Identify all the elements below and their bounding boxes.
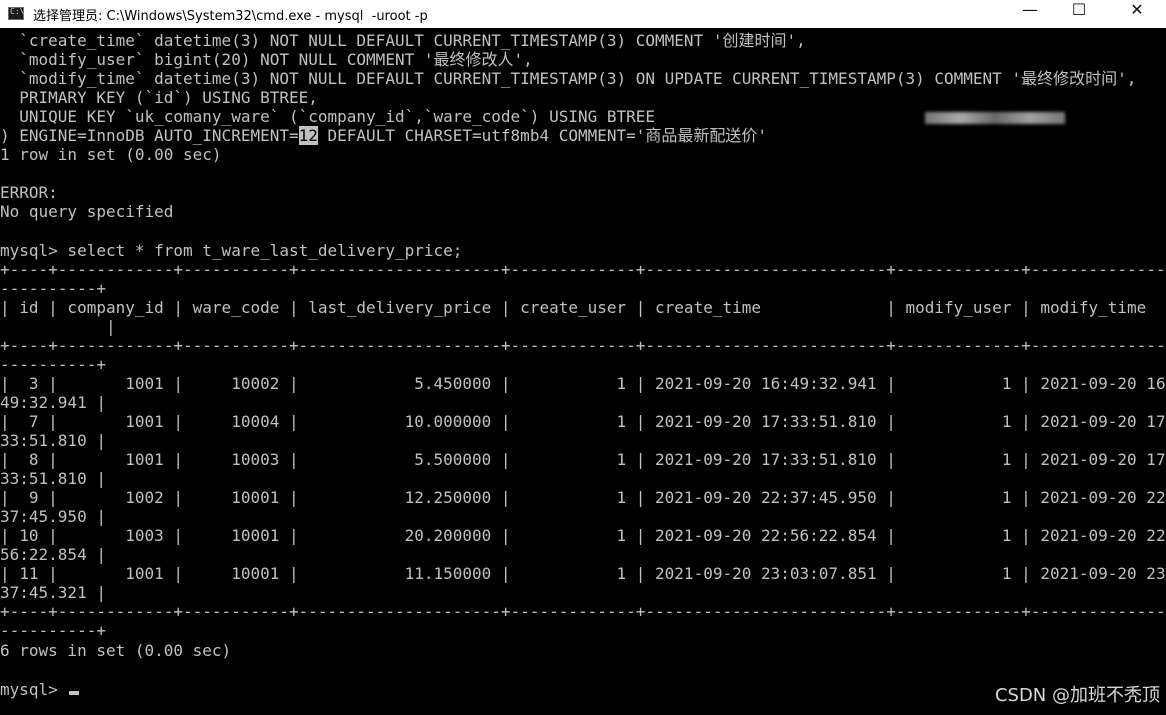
table-row: | 11 | 1001 | 10001 | 11.150000 | 1 | 20…: [0, 564, 1166, 583]
table-border-wrap: ----------+: [0, 355, 106, 374]
text-cursor: [69, 691, 80, 695]
ddl-line: `modify_time` datetime(3) NOT NULL DEFAU…: [0, 69, 1137, 88]
table-row-wrap: 49:32.941 |: [0, 393, 106, 412]
minimize-button[interactable]: —: [1008, 0, 1052, 28]
table-row-wrap: 56:22.854 |: [0, 545, 106, 564]
table-border: +----+------------+-----------+---------…: [0, 260, 1166, 279]
table-row-wrap: 37:45.321 |: [0, 583, 106, 602]
prompt-line[interactable]: mysql>: [0, 680, 80, 699]
table-header: | id | company_id | ware_code | last_del…: [0, 298, 1147, 317]
maximize-button[interactable]: ☐: [1057, 0, 1101, 28]
engine-prefix: ) ENGINE=InnoDB AUTO_INCREMENT=: [0, 126, 299, 145]
table-row-wrap: 33:51.810 |: [0, 469, 106, 488]
table-row: | 3 | 1001 | 10002 | 5.450000 | 1 | 2021…: [0, 374, 1166, 393]
table-border-wrap: ----------+: [0, 279, 106, 298]
table-row: | 8 | 1001 | 10003 | 5.500000 | 1 | 2021…: [0, 450, 1166, 469]
table-border: +----+------------+-----------+---------…: [0, 336, 1166, 355]
ddl-line: `create_time` datetime(3) NOT NULL DEFAU…: [0, 31, 806, 50]
cmd-app-icon[interactable]: [8, 7, 24, 20]
engine-suffix: DEFAULT CHARSET=utf8mb4 COMMENT='商品最新配送价…: [317, 126, 768, 145]
table-border-wrap: ----------+: [0, 621, 106, 640]
ddl-line: UNIQUE KEY `uk_comany_ware` (`company_id…: [0, 107, 656, 126]
selected-text[interactable]: 12: [298, 126, 318, 145]
table-row: | 10 | 1003 | 10001 | 20.200000 | 1 | 20…: [0, 526, 1166, 545]
table-row-wrap: 33:51.810 |: [0, 431, 106, 450]
table-row-wrap: 37:45.950 |: [0, 507, 106, 526]
ddl-line: PRIMARY KEY (`id`) USING BTREE,: [0, 88, 318, 107]
close-button[interactable]: ✕: [1115, 0, 1159, 28]
row-count-text: 1 row in set (0.00 sec): [0, 145, 222, 164]
table-row: | 7 | 1001 | 10004 | 10.000000 | 1 | 202…: [0, 412, 1166, 431]
error-message: No query specified: [0, 202, 174, 221]
table-header-wrap: |: [0, 317, 116, 336]
ddl-line: `modify_user` bigint(20) NOT NULL COMMEN…: [0, 50, 533, 69]
engine-line: ) ENGINE=InnoDB AUTO_INCREMENT=12 DEFAUL…: [0, 126, 767, 145]
query-line: mysql> select * from t_ware_last_deliver…: [0, 241, 463, 260]
table-row: | 9 | 1002 | 10001 | 12.250000 | 1 | 202…: [0, 488, 1166, 507]
terminal-output[interactable]: `create_time` datetime(3) NOT NULL DEFAU…: [0, 28, 1166, 715]
row-count-text: 6 rows in set (0.00 sec): [0, 641, 232, 660]
mysql-prompt: mysql>: [0, 680, 68, 699]
table-border: +----+------------+-----------+---------…: [0, 602, 1166, 621]
error-label: ERROR:: [0, 183, 58, 202]
window-title: 选择管理员: C:\Windows\System32\cmd.exe - mys…: [33, 9, 428, 24]
blurred-redaction: [925, 112, 1065, 124]
watermark: CSDN @加班不秃顶: [994, 685, 1160, 706]
title-bar[interactable]: 选择管理员: C:\Windows\System32\cmd.exe - mys…: [0, 0, 1166, 28]
